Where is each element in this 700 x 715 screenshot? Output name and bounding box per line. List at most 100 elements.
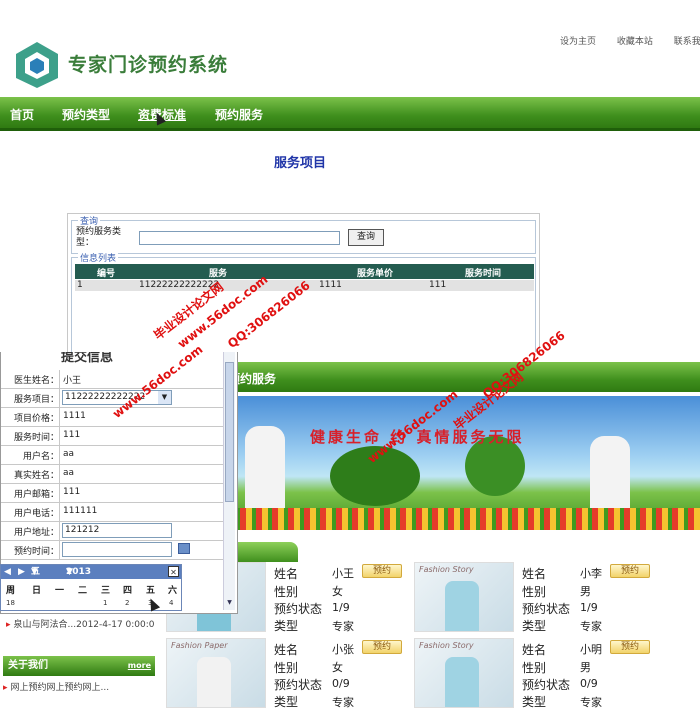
name-label: 姓名 bbox=[274, 567, 299, 581]
field-label: 用户电话： bbox=[13, 509, 59, 519]
doctor-photo[interactable]: Fashion Story bbox=[414, 638, 514, 708]
calendar-icon[interactable] bbox=[178, 543, 190, 554]
booking-date-input[interactable] bbox=[62, 542, 172, 557]
page-title: 服务项目 bbox=[273, 156, 326, 171]
doctor-photo[interactable]: Fashion Story bbox=[414, 562, 514, 632]
scrollbar-thumb[interactable] bbox=[225, 362, 234, 502]
form-row: 用户邮箱： 111 bbox=[1, 484, 223, 503]
form-row: 用户电话： 111111 bbox=[1, 503, 223, 522]
field-label: 服务项目： bbox=[13, 395, 59, 405]
cell-time: 111 bbox=[429, 280, 447, 290]
top-links: 设为主页 收藏本站 联系我们 bbox=[560, 34, 700, 47]
list-item[interactable]: 网上预约网上预约网上... bbox=[3, 680, 110, 693]
form-row: 用户名： aa bbox=[1, 446, 223, 465]
field-label: 服务时间： bbox=[13, 433, 59, 443]
prev-month-icon[interactable]: ◀ bbox=[4, 565, 11, 579]
list-fieldset: 信息列表 编号 服务 服务单价 服务时间 1 11222222222222 11… bbox=[71, 251, 536, 353]
weekday-label: 一 bbox=[55, 586, 65, 596]
query-fieldset: 查询 预约服务类型： 查询 bbox=[71, 214, 536, 254]
doctor-grid: 姓名 小王 预约 性别 女 预约状态 1/9 类型 专家 Fashion Sto… bbox=[166, 562, 700, 715]
contact-link[interactable]: 联系我们 bbox=[674, 37, 700, 47]
main-nav: 首页 预约类型 资费标准 预约服务 bbox=[0, 97, 700, 131]
query-button[interactable]: 查询 bbox=[348, 229, 384, 246]
status-label: 预约状态 bbox=[274, 602, 323, 616]
bookmark-link[interactable]: 收藏本站 bbox=[617, 37, 653, 47]
doctor-name: 小明 bbox=[580, 643, 602, 656]
field-label: 项目价格： bbox=[13, 414, 59, 424]
form-row: 医生姓名： 小王 bbox=[1, 370, 223, 389]
weekday-label: 六 bbox=[168, 586, 178, 596]
next-month-icon[interactable]: ▶ bbox=[18, 565, 25, 579]
field-label: 用户名： bbox=[22, 452, 59, 462]
col-id: 编号 bbox=[97, 269, 116, 279]
form-title: 提交信息 bbox=[61, 352, 114, 365]
gender-label: 性别 bbox=[274, 585, 299, 599]
gender-label: 性别 bbox=[522, 585, 547, 599]
calendar-day[interactable]: 4 bbox=[169, 599, 173, 607]
top-page: 专家门诊预约系统 设为主页 收藏本站 联系我们 首页 预约类型 资费标准 预约服… bbox=[0, 0, 700, 353]
set-homepage-link[interactable]: 设为主页 bbox=[560, 37, 596, 47]
type-label: 类型 bbox=[274, 619, 299, 633]
list-item[interactable]: 泉山与阿法合...2012-4-17 0:00:00 bbox=[0, 617, 155, 634]
book-button[interactable]: 预约 bbox=[610, 640, 650, 654]
doctor-card: Fashion Paper 姓名 小张 预约 性别 女 预约状态 0/9 类型 … bbox=[166, 638, 426, 710]
username-value: aa bbox=[63, 449, 75, 459]
photo-caption: Fashion Story bbox=[419, 565, 474, 574]
service-time-value: 111 bbox=[63, 430, 81, 440]
price-value: 1111 bbox=[63, 411, 86, 421]
calendar-day[interactable]: 1 bbox=[103, 599, 107, 607]
name-label: 姓名 bbox=[522, 643, 547, 657]
nav-item-home[interactable]: 首页 bbox=[10, 106, 34, 123]
doctor-type: 专家 bbox=[580, 620, 602, 633]
close-icon[interactable]: ✕ bbox=[168, 566, 179, 577]
table-header: 编号 服务 服务单价 服务时间 bbox=[75, 264, 534, 279]
month-select[interactable]: 五月 ▼ bbox=[31, 565, 40, 591]
doctor-gender: 女 bbox=[332, 661, 343, 674]
weekday-label: 二 bbox=[78, 586, 88, 596]
doctor-gender: 男 bbox=[580, 661, 591, 674]
form-row: 真实姓名： aa bbox=[1, 465, 223, 484]
list-legend: 信息列表 bbox=[78, 251, 119, 264]
field-label: 预约时间： bbox=[13, 547, 59, 557]
query-label: 预约服务类型： bbox=[76, 227, 122, 248]
book-button[interactable]: 预约 bbox=[610, 564, 650, 578]
site-title: 专家门诊预约系统 bbox=[68, 54, 229, 76]
about-us-title: 关于我们 bbox=[8, 660, 48, 671]
about-us-header: 关于我们 more bbox=[3, 656, 155, 676]
doctor-name-value: 小王 bbox=[63, 376, 82, 386]
doctor-gender: 女 bbox=[332, 585, 343, 598]
chevron-down-icon[interactable]: ▼ bbox=[158, 391, 171, 404]
phone-value: 111111 bbox=[63, 506, 98, 516]
year-select[interactable]: 2013 ▼ bbox=[66, 565, 91, 579]
type-label: 类型 bbox=[274, 695, 299, 709]
booking-status: 0/9 bbox=[580, 677, 598, 690]
address-input[interactable]: 121212 bbox=[62, 523, 172, 538]
form-row: 服务项目： 11222222222222 ▼ bbox=[1, 389, 223, 408]
doctor-name: 小张 bbox=[332, 643, 354, 656]
doctor-photo[interactable]: Fashion Paper bbox=[166, 638, 266, 708]
name-label: 姓名 bbox=[522, 567, 547, 581]
weekday-label: 四 bbox=[123, 586, 133, 596]
calendar-day[interactable]: 2 bbox=[125, 599, 129, 607]
doctor-gender: 男 bbox=[580, 585, 591, 598]
doctor-type: 专家 bbox=[332, 696, 354, 709]
nav-item-booking-service[interactable]: 预约服务 bbox=[215, 106, 263, 123]
nav-item-booking-type[interactable]: 预约类型 bbox=[62, 106, 110, 123]
book-button[interactable]: 预约 bbox=[362, 564, 402, 578]
more-link[interactable]: more bbox=[128, 656, 151, 676]
weekday-label: 三 bbox=[101, 586, 111, 596]
field-label: 用户邮箱： bbox=[13, 490, 59, 500]
booking-status: 0/9 bbox=[332, 677, 350, 690]
form-row: 服务时间： 111 bbox=[1, 427, 223, 446]
query-legend: 查询 bbox=[78, 214, 101, 227]
popup-scrollbar[interactable]: ▼ bbox=[223, 352, 235, 610]
service-type-input[interactable] bbox=[139, 231, 340, 245]
book-button[interactable]: 预约 bbox=[362, 640, 402, 654]
form-row: 预约时间： bbox=[1, 541, 223, 560]
col-time: 服务时间 bbox=[465, 269, 502, 279]
doctor-card: Fashion Story 姓名 小李 预约 性别 男 预约状态 1/9 类型 … bbox=[414, 562, 674, 634]
field-label: 医生姓名： bbox=[13, 376, 59, 386]
weekday-label: 周 bbox=[6, 586, 16, 596]
col-price: 服务单价 bbox=[357, 269, 394, 279]
scroll-down-icon[interactable]: ▼ bbox=[225, 599, 234, 608]
